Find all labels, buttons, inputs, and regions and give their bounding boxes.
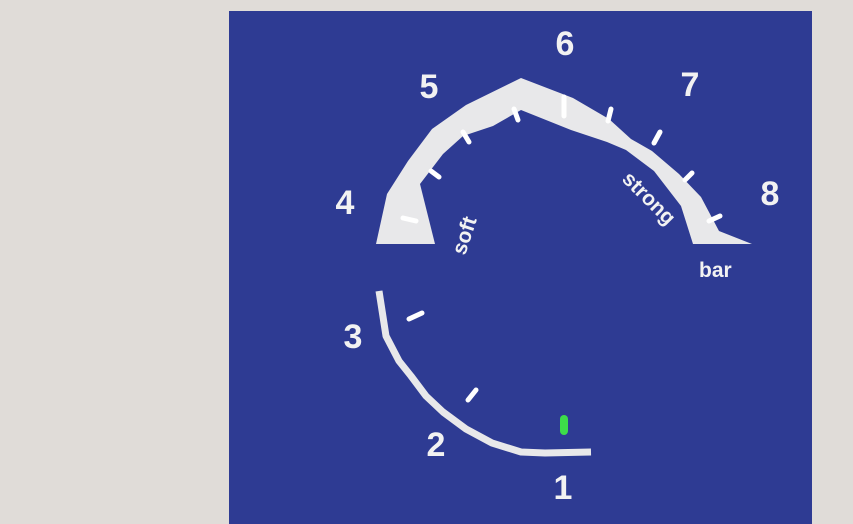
scale-number-8: 8	[761, 175, 780, 213]
lower-scale-arc	[375, 290, 592, 457]
scale-number-7: 7	[681, 66, 700, 104]
indicator-light	[560, 415, 568, 435]
tick-mark	[428, 168, 442, 180]
tick-mark	[682, 170, 695, 183]
scale-number-4: 4	[336, 184, 355, 222]
scale-number-6: 6	[556, 25, 575, 63]
scale-number-3: 3	[344, 318, 363, 356]
pressure-dial[interactable]: 4 5 6 7 8 3 2 1 soft strong bar	[229, 11, 812, 524]
tick-mark	[605, 106, 614, 124]
tick-mark	[406, 310, 425, 322]
scale-number-5: 5	[420, 68, 439, 106]
upper-scale-ticks	[400, 94, 723, 224]
tick-mark	[465, 387, 479, 403]
soft-label: soft	[448, 214, 482, 258]
tick-mark	[400, 215, 419, 224]
tick-mark	[651, 129, 663, 146]
pressure-dial-panel: 4 5 6 7 8 3 2 1 soft strong bar	[229, 11, 812, 524]
unit-label: bar	[699, 259, 732, 282]
scale-number-2: 2	[427, 426, 446, 464]
scale-number-1: 1	[554, 469, 573, 507]
